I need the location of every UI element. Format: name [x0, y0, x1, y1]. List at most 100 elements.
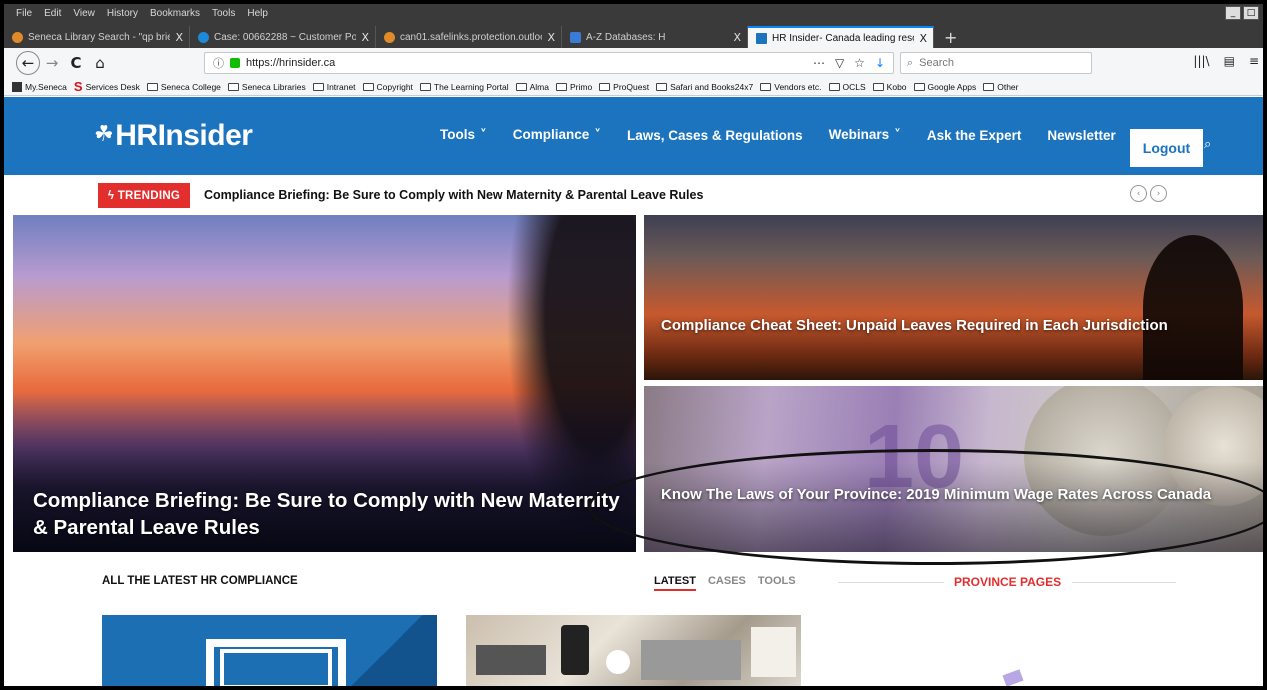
- download-icon[interactable]: ↓: [875, 56, 885, 70]
- bookmark-my-seneca[interactable]: My.Seneca: [12, 81, 67, 92]
- hero-main-caption[interactable]: Compliance Briefing: Be Sure to Comply w…: [33, 487, 623, 541]
- nav-webinars[interactable]: Webinars ˅: [829, 127, 901, 143]
- nav-tools[interactable]: Tools ˅: [440, 127, 487, 143]
- tab-cases[interactable]: CASES: [708, 575, 746, 591]
- nav-toolbar: ← → C ⌂ ⓘ https://hrinsider.ca ⋯ ▽ ☆ ↓ ⌕…: [4, 48, 1263, 78]
- url-bar[interactable]: ⓘ https://hrinsider.ca ⋯ ▽ ☆ ↓: [204, 52, 894, 74]
- close-tab-icon[interactable]: X: [733, 31, 741, 44]
- tab-hr-insider[interactable]: HR Insider- Canada leading resour X: [748, 26, 934, 48]
- close-tab-icon[interactable]: X: [175, 31, 183, 44]
- tab-az-databases[interactable]: A-Z Databases: H X: [562, 26, 748, 48]
- nav-compliance[interactable]: Compliance ˅: [513, 127, 601, 143]
- menu-bookmarks[interactable]: Bookmarks: [150, 8, 200, 19]
- menu-icon[interactable]: ≡: [1249, 54, 1259, 68]
- bookmark-intranet[interactable]: Intranet: [312, 82, 356, 92]
- menu-history[interactable]: History: [107, 8, 138, 19]
- bookmark-label: Other: [997, 81, 1019, 92]
- nav-ask-expert[interactable]: Ask the Expert: [927, 128, 1022, 143]
- tab-seneca-search[interactable]: Seneca Library Search - "qp briefin X: [4, 26, 190, 48]
- tab-bar: File Edit View History Bookmarks Tools H…: [4, 4, 1263, 48]
- library-icon[interactable]: |||\: [1193, 54, 1209, 68]
- bookmark-label: Seneca College: [160, 81, 221, 92]
- url-text[interactable]: https://hrinsider.ca: [246, 57, 335, 69]
- tab-title: A-Z Databases: H: [586, 31, 666, 43]
- chevron-down-icon: ˅: [594, 127, 602, 143]
- bookmark-learning-portal[interactable]: The Learning Portal: [419, 82, 509, 92]
- hero-feature-top-right[interactable]: Compliance Cheat Sheet: Unpaid Leaves Re…: [644, 215, 1263, 380]
- browser-search-box[interactable]: ⌕ Search: [900, 52, 1092, 74]
- bookmark-seneca-college[interactable]: Seneca College: [146, 81, 221, 92]
- bookmark-other[interactable]: Other: [983, 82, 1018, 92]
- notebook-image: [751, 627, 796, 677]
- tab-customer-portal[interactable]: Case: 00662288 ~ Customer Portal X: [190, 26, 376, 48]
- tab-title: Seneca Library Search - "qp briefin: [28, 31, 171, 43]
- sidebar-icon[interactable]: ▤: [1224, 54, 1235, 68]
- tab-safelinks[interactable]: can01.safelinks.protection.outlook... X: [376, 26, 562, 48]
- back-button[interactable]: ←: [16, 51, 40, 75]
- home-button[interactable]: ⌂: [88, 51, 112, 75]
- next-arrow-icon[interactable]: ›: [1150, 185, 1167, 202]
- reload-button[interactable]: C: [64, 51, 88, 75]
- bookmark-vendors[interactable]: Vendors etc.: [760, 82, 822, 92]
- firefox-icon: [12, 31, 23, 43]
- bookmark-google-apps[interactable]: Google Apps: [913, 82, 976, 92]
- bookmark-alma[interactable]: Alma: [515, 82, 549, 92]
- logo-text: HRInsider: [115, 119, 253, 152]
- tab-tools[interactable]: TOOLS: [758, 575, 796, 591]
- tab-title: HR Insider- Canada leading resour: [772, 32, 915, 44]
- hri-favicon-icon: [756, 32, 767, 44]
- hero-top-right-caption[interactable]: Compliance Cheat Sheet: Unpaid Leaves Re…: [661, 315, 1221, 338]
- province-pages-title: PROVINCE PAGES: [954, 575, 1062, 589]
- bookmark-services-desk[interactable]: S Services Desk: [74, 79, 140, 94]
- divider: [838, 582, 944, 583]
- article-card-thumbnail[interactable]: [102, 615, 437, 686]
- info-icon[interactable]: ⓘ: [213, 55, 224, 71]
- hrinsider-logo[interactable]: ☘HRInsider: [94, 119, 253, 153]
- menu-help[interactable]: Help: [247, 8, 268, 19]
- new-tab-button[interactable]: +: [934, 26, 967, 48]
- menu-tools[interactable]: Tools: [212, 8, 235, 19]
- folder-icon: [515, 82, 527, 91]
- bookmark-label: Primo: [569, 81, 593, 92]
- hero-feature-main[interactable]: Compliance Briefing: Be Sure to Comply w…: [13, 215, 636, 552]
- menu-view[interactable]: View: [73, 8, 95, 19]
- bookmarks-toolbar: My.Seneca S Services Desk Seneca College …: [4, 78, 1263, 96]
- article-card-thumbnail[interactable]: [466, 615, 801, 686]
- divider: [1072, 582, 1176, 583]
- bookmark-label: ProQuest: [613, 81, 650, 92]
- menu-edit[interactable]: Edit: [44, 8, 61, 19]
- minimize-button[interactable]: _: [1225, 6, 1241, 20]
- bookmark-copyright[interactable]: Copyright: [362, 82, 413, 92]
- nav-newsletter[interactable]: Newsletter: [1047, 128, 1115, 143]
- close-tab-icon[interactable]: X: [547, 31, 555, 44]
- page-actions-icon[interactable]: ⋯: [813, 56, 825, 70]
- bookmark-safari[interactable]: Safari and Books24x7: [656, 82, 753, 92]
- bookmark-kobo[interactable]: Kobo: [872, 82, 907, 92]
- bookmark-star-icon[interactable]: ☆: [854, 56, 865, 70]
- tab-latest[interactable]: LATEST: [654, 575, 696, 591]
- pocket-icon[interactable]: ▽: [835, 56, 844, 70]
- bookmark-ocls[interactable]: OCLS: [828, 82, 866, 92]
- close-tab-icon[interactable]: X: [919, 32, 927, 45]
- chevron-down-icon: ˅: [480, 127, 487, 143]
- folder-icon: [419, 82, 431, 91]
- bookmark-primo[interactable]: Primo: [555, 81, 593, 92]
- logout-button[interactable]: Logout: [1130, 129, 1203, 167]
- site-search-icon[interactable]: ⌕: [1204, 137, 1211, 152]
- bookmark-label: My.Seneca: [25, 81, 67, 92]
- forward-button[interactable]: →: [40, 51, 64, 75]
- nav-label: Tools: [440, 127, 475, 142]
- cloud-icon: [198, 31, 209, 43]
- s-icon: S: [73, 79, 83, 94]
- bookmark-label: Services Desk: [85, 81, 140, 92]
- close-tab-icon[interactable]: X: [361, 31, 369, 44]
- prev-arrow-icon[interactable]: ‹: [1130, 185, 1147, 202]
- menu-file[interactable]: File: [16, 8, 32, 19]
- bookmark-seneca-libraries[interactable]: Seneca Libraries: [227, 82, 306, 92]
- trending-headline[interactable]: Compliance Briefing: Be Sure to Comply w…: [204, 188, 703, 202]
- maximize-button[interactable]: □: [1243, 6, 1259, 20]
- nav-laws-cases[interactable]: Laws, Cases & Regulations: [627, 128, 803, 143]
- bookmark-proquest[interactable]: ProQuest: [599, 82, 649, 92]
- phone-image: [561, 625, 589, 675]
- tab-title: can01.safelinks.protection.outlook...: [400, 31, 542, 43]
